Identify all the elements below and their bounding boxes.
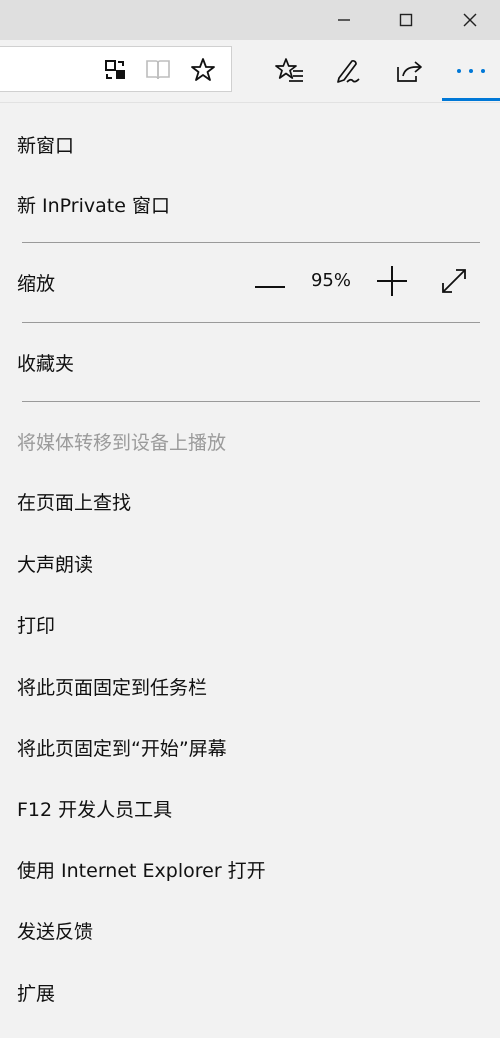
fullscreen-arrows-icon <box>440 267 468 299</box>
more-active-indicator <box>442 98 500 101</box>
reading-view-icon[interactable] <box>142 54 174 86</box>
zoom-value: 95% <box>310 270 351 291</box>
menu-item-send-feedback[interactable]: 发送反馈 <box>0 902 500 958</box>
settings-menu: 新窗口 新 InPrivate 窗口 缩放 95% 收藏夹 将媒体转移到设备上播… <box>0 102 500 1038</box>
maximize-button[interactable] <box>376 0 436 40</box>
menu-item-new-window[interactable]: 新窗口 <box>0 116 500 172</box>
translate-icon[interactable] <box>100 54 132 86</box>
zoom-row: 缩放 95% <box>0 253 500 313</box>
divider <box>22 242 480 243</box>
divider <box>22 322 480 323</box>
zoom-out-button[interactable] <box>250 263 290 303</box>
menu-item-dev-tools[interactable]: F12 开发人员工具 <box>0 780 500 836</box>
menu-item-extensions[interactable]: 扩展 <box>0 964 500 1020</box>
menu-item-find-on-page[interactable]: 在页面上查找 <box>0 473 500 529</box>
maximize-icon <box>399 13 413 27</box>
minimize-icon <box>337 13 351 27</box>
favorite-star-icon[interactable] <box>187 54 219 86</box>
minimize-button[interactable] <box>314 0 374 40</box>
minus-icon <box>255 274 285 293</box>
menu-item-pin-to-start[interactable]: 将此页固定到“开始”屏幕 <box>0 719 500 775</box>
menu-item-print[interactable]: 打印 <box>0 596 500 652</box>
share-icon[interactable] <box>391 54 427 88</box>
close-icon <box>463 13 477 27</box>
menu-item-favorites[interactable]: 收藏夹 <box>0 334 500 390</box>
menu-item-open-with-ie[interactable]: 使用 Internet Explorer 打开 <box>0 841 500 897</box>
divider <box>22 401 480 402</box>
close-button[interactable] <box>440 0 500 40</box>
browser-toolbar <box>0 40 500 102</box>
menu-item-cast-media: 将媒体转移到设备上播放 <box>17 431 227 454</box>
title-bar <box>0 0 500 40</box>
fullscreen-button[interactable] <box>434 263 474 303</box>
menu-item-pin-to-taskbar[interactable]: 将此页面固定到任务栏 <box>0 658 500 714</box>
plus-icon <box>377 266 407 300</box>
zoom-label: 缩放 <box>17 273 56 295</box>
menu-item-new-inprivate[interactable]: 新 InPrivate 窗口 <box>0 176 500 232</box>
web-note-pen-icon[interactable] <box>330 54 366 88</box>
favorites-hub-icon[interactable] <box>272 54 308 88</box>
menu-item-read-aloud[interactable]: 大声朗读 <box>0 535 500 591</box>
more-ellipsis-icon[interactable] <box>450 54 492 88</box>
zoom-in-button[interactable] <box>372 263 412 303</box>
